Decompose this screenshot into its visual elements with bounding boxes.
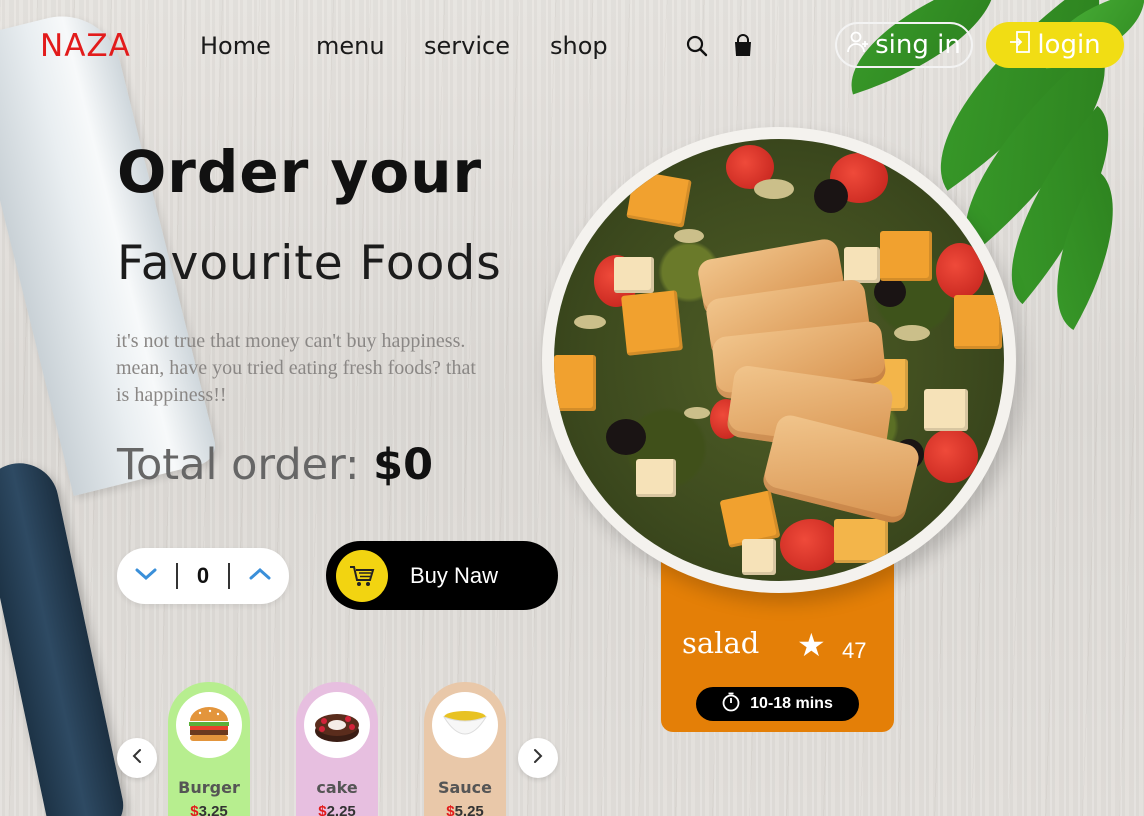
nav-menu[interactable]: menu — [316, 32, 385, 60]
knife-handle-decoration — [0, 456, 129, 816]
nav-service[interactable]: service — [424, 32, 510, 60]
login-door-icon — [1009, 30, 1031, 61]
total-label: Total order: — [117, 440, 360, 490]
total-order: Total order: $0 — [117, 440, 433, 490]
signin-label: sing in — [875, 30, 961, 60]
carousel-item-burger[interactable]: Burger $3.25 — [168, 682, 250, 816]
hero-subtitle: Favourite Foods — [117, 236, 502, 291]
delivery-time: 10-18 mins — [750, 695, 833, 712]
food-name: Burger — [178, 778, 240, 797]
search-icon[interactable] — [684, 33, 710, 59]
salad-bowl-image — [542, 127, 1016, 593]
featured-food-name: salad — [682, 626, 760, 660]
carousel-item-sauce[interactable]: Sauce $5.25 — [424, 682, 506, 816]
shopping-bag-icon[interactable] — [731, 33, 755, 59]
burger-icon — [176, 692, 242, 758]
hero-description: it's not true that money can't buy happi… — [116, 330, 476, 406]
hero-title: Order your — [117, 138, 483, 206]
brand-logo[interactable]: NAZA — [40, 28, 131, 64]
carousel-item-cake[interactable]: cake $2.25 — [296, 682, 378, 816]
featured-food-rating: 47 — [842, 638, 867, 663]
decrement-chevron-down-icon[interactable] — [135, 567, 157, 586]
quantity-value: 0 — [196, 563, 210, 588]
star-icon: ★ — [797, 627, 826, 663]
login-label: login — [1037, 30, 1101, 60]
cart-icon — [336, 549, 388, 602]
food-price: $5.25 — [446, 803, 484, 816]
quantity-stepper: 0 — [117, 548, 289, 604]
stopwatch-icon — [722, 692, 740, 717]
buy-now-button[interactable]: Buy Naw — [326, 541, 558, 610]
carousel-prev-button[interactable] — [117, 738, 157, 778]
food-price: $3.25 — [190, 803, 228, 816]
cake-icon — [304, 692, 370, 758]
nav-shop[interactable]: shop — [550, 32, 608, 60]
food-name: Sauce — [437, 778, 493, 797]
stepper-divider — [228, 563, 231, 589]
stepper-divider — [175, 563, 178, 589]
signin-button[interactable]: sing in — [835, 22, 973, 68]
increment-chevron-up-icon[interactable] — [249, 567, 271, 586]
login-button[interactable]: login — [986, 22, 1124, 68]
buy-now-label: Buy Naw — [410, 562, 499, 588]
chevron-right-icon — [533, 748, 543, 769]
delivery-time-badge: 10-18 mins — [696, 687, 859, 721]
nav-home[interactable]: Home — [200, 32, 271, 60]
chevron-left-icon — [132, 748, 142, 769]
food-name: cake — [316, 778, 358, 797]
carousel-next-button[interactable] — [518, 738, 558, 778]
sauce-bowl-icon — [432, 692, 498, 758]
food-price: $2.25 — [318, 803, 356, 816]
user-add-icon — [847, 30, 869, 61]
total-value: $0 — [373, 440, 433, 490]
